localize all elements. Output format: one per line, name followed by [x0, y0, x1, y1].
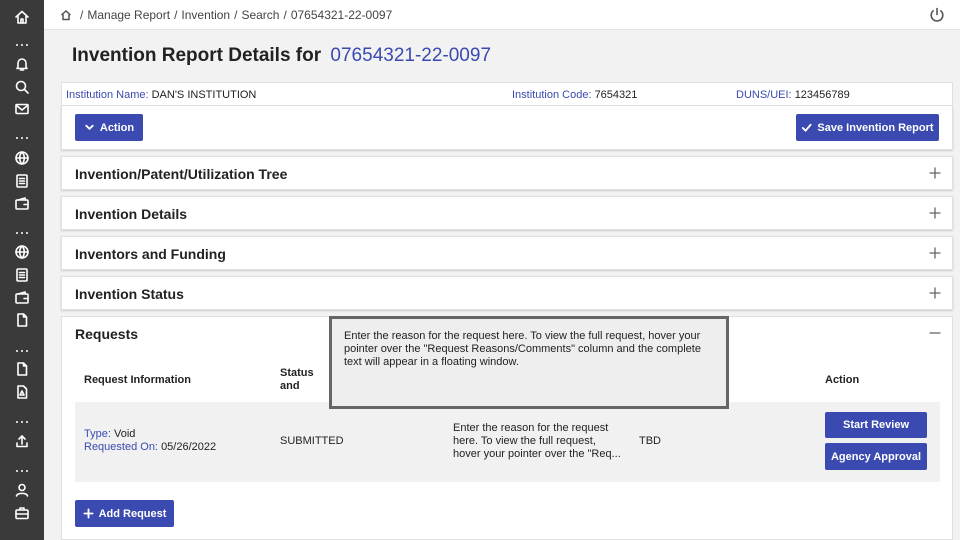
panel-inventors-and-funding[interactable]: Inventors and Funding [61, 236, 953, 270]
panel-invention-details[interactable]: Invention Details [61, 196, 953, 230]
institution-bar: Institution Name: DAN'S INSTITUTION Inst… [61, 82, 953, 106]
column-header-status-and-document: Status and Document [280, 367, 314, 392]
wallet-icon[interactable] [12, 194, 32, 214]
globe-icon[interactable] [12, 242, 32, 262]
more-icon[interactable] [12, 418, 32, 426]
more-icon[interactable] [12, 229, 32, 237]
more-icon[interactable] [12, 467, 32, 475]
chat-search-icon[interactable] [12, 77, 32, 97]
agency-approval-button[interactable]: Agency Approval [825, 443, 927, 470]
reason-tooltip: Enter the reason for the request here. T… [329, 316, 729, 409]
document-list-icon[interactable] [12, 265, 32, 285]
mail-icon[interactable] [12, 99, 32, 119]
user-icon[interactable] [12, 480, 32, 500]
more-icon[interactable] [12, 41, 32, 49]
duns-uei: DUNS/UEI: 123456789 [736, 89, 850, 101]
chevron-down-icon [85, 124, 94, 130]
column-header-request-information: Request Information [84, 374, 191, 386]
breadcrumb-item: 07654321-22-0097 [290, 8, 393, 22]
add-request-button[interactable]: Add Request [75, 500, 174, 527]
home-icon[interactable] [60, 9, 72, 21]
breadcrumb-item[interactable]: Manage Report [87, 8, 170, 22]
more-icon[interactable] [12, 347, 32, 355]
main-content: Invention Report Details for 07654321-22… [44, 30, 960, 540]
expand-plus-icon[interactable] [928, 206, 942, 220]
file-icon[interactable] [12, 359, 32, 379]
globe-icon[interactable] [12, 148, 32, 168]
request-date: Requested On: 05/26/2022 [84, 441, 217, 453]
breadcrumb: / Manage Report / Invention / Search / 0… [60, 8, 392, 22]
action-button[interactable]: Action [75, 114, 143, 141]
save-invention-report-button[interactable]: Save Invention Report [796, 114, 939, 141]
check-icon [802, 123, 812, 132]
invention-number: 07654321-22-0097 [330, 45, 492, 66]
table-row: Type: Void Requested On: 05/26/2022 SUBM… [75, 402, 940, 482]
expand-plus-icon[interactable] [928, 166, 942, 180]
action-bar: Action Save Invention Report [61, 106, 953, 150]
request-type: Type: Void [84, 428, 136, 440]
sidebar [0, 0, 44, 540]
institution-name: Institution Name: DAN'S INSTITUTION [66, 89, 257, 101]
page-title: Invention Report Details for 07654321-22… [72, 45, 492, 66]
start-review-button[interactable]: Start Review [825, 412, 927, 438]
panel-invention-patent-utilization-tree[interactable]: Invention/Patent/Utilization Tree [61, 156, 953, 190]
expand-plus-icon[interactable] [928, 286, 942, 300]
collapse-minus-icon[interactable] [928, 326, 942, 340]
breadcrumb-item[interactable]: Search [241, 8, 279, 22]
document-list-icon[interactable] [12, 171, 32, 191]
bell-icon[interactable] [12, 54, 32, 74]
institution-code: Institution Code: 7654321 [512, 89, 638, 101]
request-status: SUBMITTED [280, 435, 344, 447]
power-icon[interactable] [928, 6, 946, 24]
request-tbd: TBD [639, 435, 661, 447]
panel-invention-status[interactable]: Invention Status [61, 276, 953, 310]
wallet-icon[interactable] [12, 288, 32, 308]
request-reason[interactable]: Enter the reason for the request here. T… [453, 422, 625, 461]
briefcase-icon[interactable] [12, 503, 32, 523]
pdf-file-icon[interactable] [12, 382, 32, 402]
more-icon[interactable] [12, 134, 32, 142]
home-icon[interactable] [12, 7, 32, 27]
breadcrumb-item[interactable]: Invention [181, 8, 230, 22]
expand-plus-icon[interactable] [928, 246, 942, 260]
top-bar: / Manage Report / Invention / Search / 0… [44, 0, 960, 30]
file-icon[interactable] [12, 310, 32, 330]
upload-icon[interactable] [12, 431, 32, 451]
column-header-action: Action [825, 374, 860, 386]
plus-icon [83, 508, 94, 519]
